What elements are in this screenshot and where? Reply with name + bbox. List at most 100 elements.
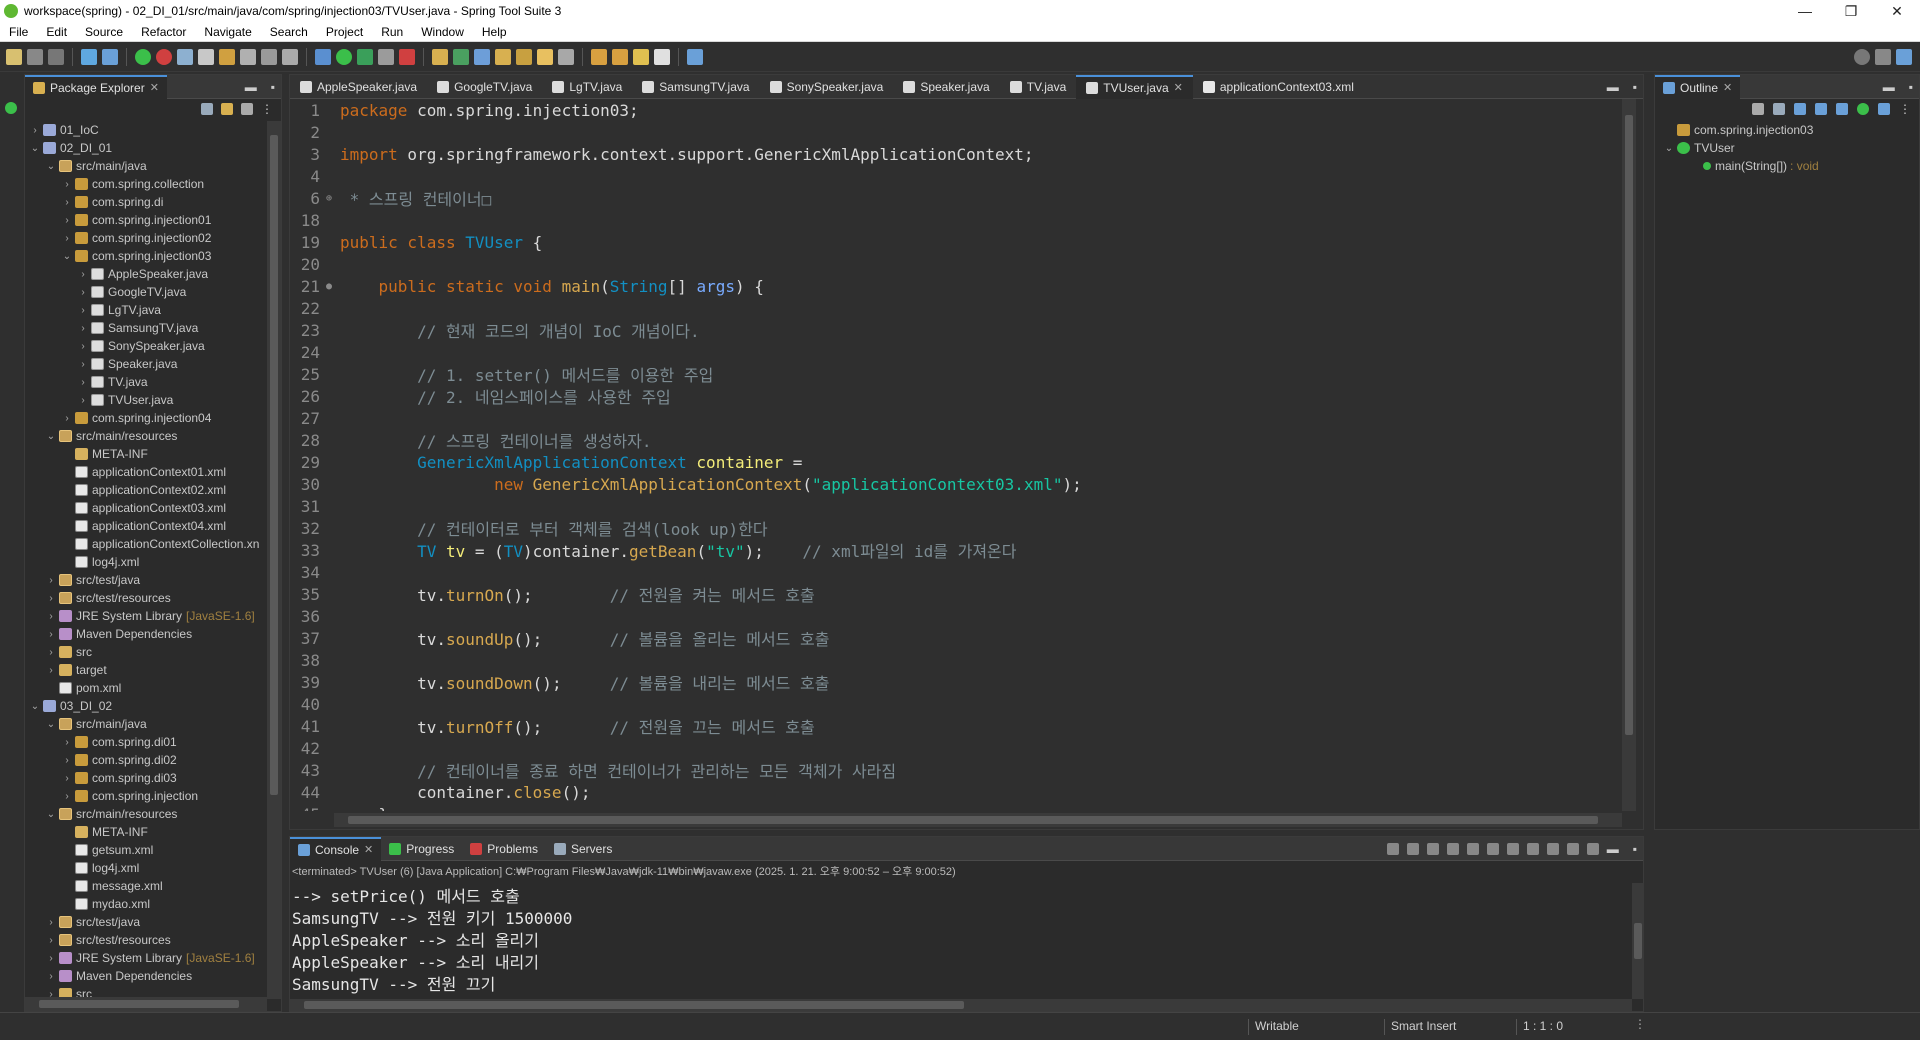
boot-dashboard-icon[interactable] (135, 48, 151, 65)
collapsed-chevron-icon[interactable]: › (61, 791, 73, 802)
fold-marker-icon[interactable]: ● (326, 281, 340, 292)
expanded-chevron-icon[interactable]: ⌄ (45, 431, 57, 442)
console-output[interactable]: --> setPrice() 메서드 호출 SamsungTV --> 전원 키기… (290, 883, 1630, 999)
code-line[interactable]: 34 (290, 561, 1620, 583)
collapsed-chevron-icon[interactable]: › (77, 269, 89, 280)
collapsed-chevron-icon[interactable]: › (45, 971, 57, 982)
code-line[interactable]: 25 // 1. setter() 메서드를 이용한 주입 (290, 363, 1620, 386)
tree-item[interactable]: ⌄ com.spring.injection03 (25, 247, 265, 265)
tree-item[interactable]: ⌄ 02_DI_01 (25, 139, 265, 157)
tree-item[interactable]: applicationContext01.xml (25, 463, 265, 481)
code-line[interactable]: 36 (290, 605, 1620, 627)
whitespace-icon[interactable] (282, 48, 298, 65)
tree-item[interactable]: log4j.xml (25, 859, 265, 877)
code-line[interactable]: 21 ● public static void main(String[] arg… (290, 275, 1620, 297)
menu-search[interactable]: Search (261, 25, 317, 39)
collapsed-chevron-icon[interactable]: › (61, 179, 73, 190)
collapsed-chevron-icon[interactable]: › (61, 215, 73, 226)
editor-tab[interactable]: SamsungTV.java (632, 75, 759, 99)
save-icon[interactable] (27, 48, 43, 65)
word-wrap-icon[interactable] (1486, 842, 1499, 855)
code-line[interactable]: 35 tv.turnOn(); // 전원을 켜는 메서드 호출 (290, 583, 1620, 606)
terminal-icon[interactable] (81, 48, 97, 65)
terminate-icon[interactable] (399, 48, 415, 65)
tree-item[interactable]: › com.spring.injection (25, 787, 265, 805)
back-icon[interactable] (633, 48, 649, 65)
code-line[interactable]: 20 (290, 253, 1620, 275)
menu-run[interactable]: Run (372, 25, 412, 39)
remove-launch-icon[interactable] (1386, 842, 1399, 855)
console-vscrollbar[interactable] (1632, 883, 1644, 999)
code-line[interactable]: 33 TV tv = (TV)container.getBean("tv"); … (290, 539, 1620, 562)
tree-item[interactable]: › AppleSpeaker.java (25, 265, 265, 283)
hide-fields-icon[interactable] (1815, 103, 1827, 115)
expanded-chevron-icon[interactable]: ⌄ (45, 719, 57, 730)
scroll-thumb[interactable] (1625, 115, 1633, 735)
boot-dashboard-trim-icon[interactable] (5, 102, 17, 114)
debug-icon[interactable] (315, 48, 331, 65)
tree-item[interactable]: ⌄ src/main/resources (25, 427, 265, 445)
block-selection-icon[interactable] (261, 48, 277, 65)
collapsed-chevron-icon[interactable]: › (45, 611, 57, 622)
open-task-icon[interactable] (198, 48, 214, 65)
menu-help[interactable]: Help (473, 25, 516, 39)
maximize-view-icon[interactable]: ▪ (271, 80, 275, 94)
annotation-icon[interactable] (558, 48, 574, 65)
scroll-thumb[interactable] (348, 816, 1598, 824)
code-line[interactable]: 1 package com.spring.injection03; (290, 99, 1620, 121)
code-line[interactable]: 19 public class TVUser { (290, 231, 1620, 253)
tree-item[interactable]: › src/test/java (25, 913, 265, 931)
package-explorer-hscrollbar[interactable] (25, 997, 267, 1011)
tree-item[interactable]: getsum.xml (25, 841, 265, 859)
open-folder-icon[interactable] (495, 48, 511, 65)
tree-item[interactable]: › LgTV.java (25, 301, 265, 319)
menu-file[interactable]: File (0, 25, 37, 39)
new-icon[interactable] (6, 48, 22, 65)
collapse-all-icon[interactable] (201, 103, 213, 115)
clear-console-icon[interactable] (1446, 842, 1459, 855)
collapsed-chevron-icon[interactable]: › (45, 953, 57, 964)
maximize-view-icon[interactable]: ▪ (1633, 80, 1637, 94)
pin-editor-icon[interactable] (687, 48, 703, 65)
tree-item[interactable]: applicationContextCollection.xn (25, 535, 265, 553)
code-line[interactable]: 29 GenericXmlApplicationContext containe… (290, 451, 1620, 473)
tree-item[interactable]: › com.spring.collection (25, 175, 265, 193)
collapsed-chevron-icon[interactable]: › (77, 395, 89, 406)
status-menu-icon[interactable]: ⋮ (1634, 1017, 1646, 1031)
editor-tab[interactable]: Speaker.java (893, 75, 999, 99)
maximize-view-icon[interactable]: ▪ (1909, 80, 1913, 94)
code-line[interactable]: 32 // 컨테이터로 부터 객체를 검색(look up)한다 (290, 517, 1620, 540)
pin-console-icon[interactable] (1546, 842, 1559, 855)
collapsed-chevron-icon[interactable]: › (61, 737, 73, 748)
open-type-icon[interactable] (177, 48, 193, 65)
save-all-icon[interactable] (48, 48, 64, 65)
scroll-thumb[interactable] (39, 1000, 239, 1008)
link-with-editor-icon[interactable] (221, 103, 233, 115)
tree-item[interactable]: › 01_IoC (25, 121, 265, 139)
collapsed-chevron-icon[interactable]: › (45, 917, 57, 928)
java-perspective-icon[interactable] (1896, 48, 1912, 65)
code-line[interactable]: 6 ⊕ * 스프링 컨테이너□ (290, 187, 1620, 210)
tree-item[interactable]: › src/test/resources (25, 589, 265, 607)
expanded-chevron-icon[interactable]: ⌄ (29, 701, 41, 712)
new-class-icon[interactable] (474, 48, 490, 65)
code-line[interactable]: 30 new GenericXmlApplicationContext("app… (290, 473, 1620, 495)
tab-problems[interactable]: Problems (462, 837, 546, 861)
edit-icon[interactable] (537, 48, 553, 65)
expanded-chevron-icon[interactable]: ⌄ (61, 251, 73, 262)
editor-tab[interactable]: TVUser.java ✕ (1076, 74, 1193, 99)
code-line[interactable]: 41 tv.turnOff(); // 전원을 끄는 메서드 호출 (290, 715, 1620, 738)
outline-item[interactable]: com.spring.injection03 (1655, 121, 1919, 139)
collapsed-chevron-icon[interactable]: › (61, 197, 73, 208)
minimize-view-icon[interactable]: ▬ (1607, 842, 1619, 856)
show-stderr-icon[interactable] (1526, 842, 1539, 855)
expanded-chevron-icon[interactable]: ⌄ (1663, 143, 1675, 154)
scroll-thumb[interactable] (1634, 923, 1642, 959)
tree-item[interactable]: applicationContext03.xml (25, 499, 265, 517)
tree-item[interactable]: › com.spring.di01 (25, 733, 265, 751)
close-icon[interactable]: ✕ (150, 81, 159, 94)
fold-expand-icon[interactable]: ⊕ (326, 193, 340, 204)
collapsed-chevron-icon[interactable]: › (45, 575, 57, 586)
outline-item[interactable]: ⌄ TVUser (1655, 139, 1919, 157)
tab-console[interactable]: Console ✕ (290, 836, 382, 861)
